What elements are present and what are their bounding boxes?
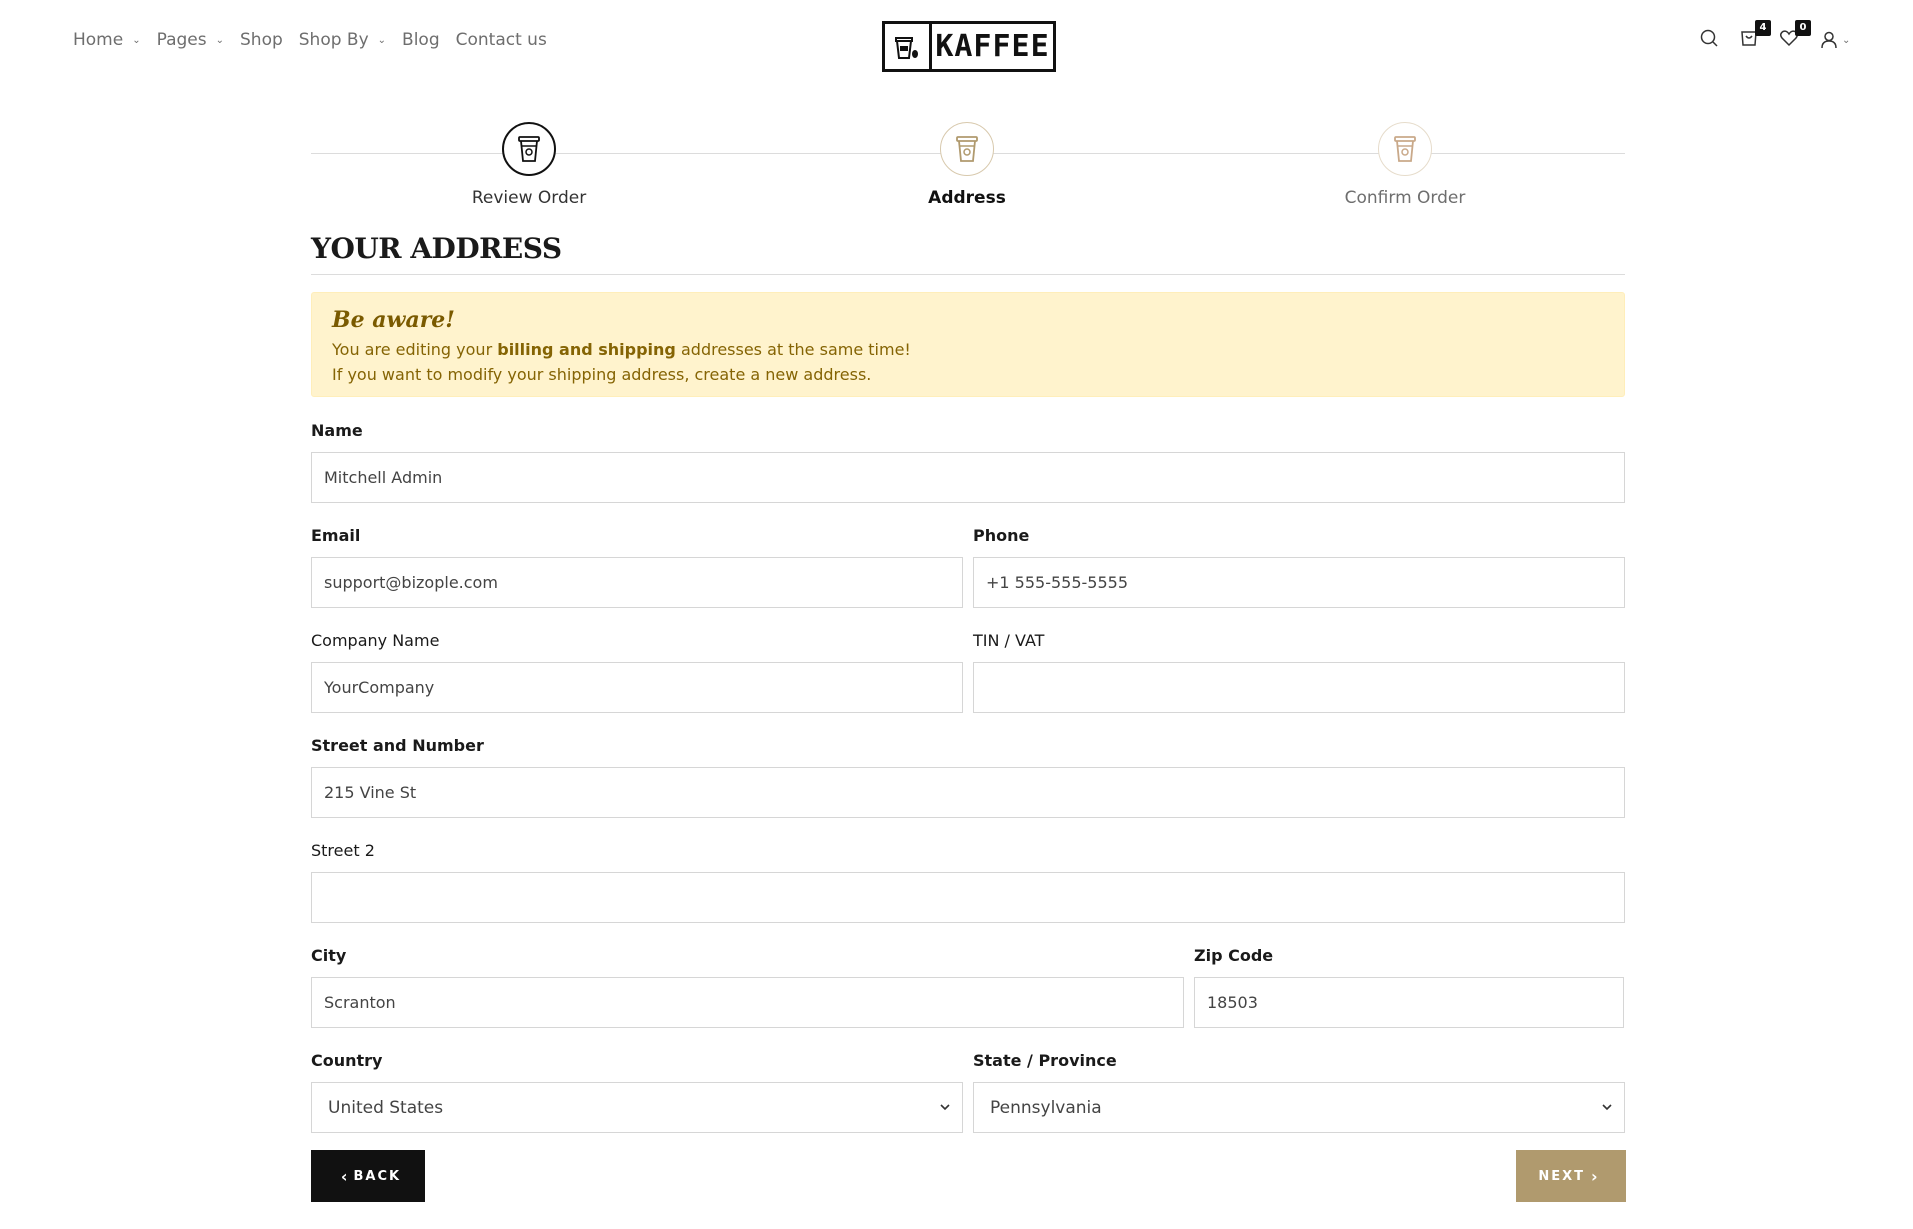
street2-field[interactable] — [311, 872, 1625, 923]
street-label: Street and Number — [311, 736, 484, 755]
nav-item-blog[interactable]: Blog — [402, 30, 440, 50]
chevron-left-icon: ‹ — [340, 1166, 348, 1186]
nav-item-home[interactable]: Home ⌄ — [73, 30, 141, 50]
coffee-cup-icon — [885, 24, 932, 69]
alert-heading: Be aware! — [332, 307, 455, 333]
zip-label: Zip Code — [1194, 946, 1274, 965]
chevron-down-icon — [1602, 1104, 1612, 1111]
nav-label: Home — [73, 30, 124, 50]
step-circle — [940, 122, 994, 176]
chevron-right-icon: › — [1591, 1166, 1598, 1186]
nav-label: Blog — [402, 30, 440, 50]
divider — [311, 274, 1625, 275]
coffee-cup-icon — [956, 136, 978, 162]
nav-item-shop-by[interactable]: Shop By ⌄ — [299, 30, 386, 50]
warning-alert: Be aware! You are editing your billing a… — [311, 292, 1625, 397]
back-button-label: BACK — [353, 1168, 402, 1184]
cart-count-badge: 4 — [1755, 20, 1771, 36]
alert-message-line1: You are editing your billing and shippin… — [332, 337, 1604, 362]
email-field[interactable] — [311, 557, 963, 608]
search-icon[interactable] — [1699, 28, 1723, 52]
vat-field[interactable] — [973, 662, 1625, 713]
nav-item-shop[interactable]: Shop — [240, 30, 283, 50]
phone-field[interactable] — [973, 557, 1625, 608]
name-label: Name — [311, 421, 363, 440]
country-select[interactable]: United States — [311, 1082, 963, 1133]
cart-button[interactable]: 4 — [1739, 20, 1771, 52]
site-logo[interactable]: KAFFEE — [882, 21, 1056, 72]
chevron-down-icon: ⌄ — [1842, 34, 1851, 46]
company-label: Company Name — [311, 631, 440, 650]
back-button[interactable]: ‹ BACK — [311, 1150, 425, 1202]
country-selected-value: United States — [328, 1097, 444, 1118]
company-field[interactable] — [311, 662, 963, 713]
chevron-down-icon: ⌄ — [132, 34, 141, 46]
site-header: Home ⌄ Pages ⌄ Shop Shop By ⌄ Blog Conta… — [0, 0, 1913, 90]
country-label: Country — [311, 1051, 383, 1070]
next-button[interactable]: NEXT › — [1516, 1150, 1626, 1202]
city-label: City — [311, 946, 347, 965]
alert-message-line2: If you want to modify your shipping addr… — [332, 365, 872, 384]
step-circle — [1378, 122, 1432, 176]
nav-label: Shop — [240, 30, 283, 50]
step-label: Confirm Order — [1344, 188, 1466, 208]
coffee-cup-icon — [1394, 136, 1416, 162]
wishlist-button[interactable]: 0 — [1779, 20, 1811, 52]
alert-text: You are editing your — [332, 340, 498, 359]
step-circle — [502, 122, 556, 176]
chevron-down-icon — [940, 1104, 950, 1111]
alert-text: addresses at the same time! — [675, 340, 911, 359]
alert-emphasis: billing and shipping — [497, 340, 676, 359]
step-label: Review Order — [471, 188, 587, 208]
step-label: Address — [928, 188, 1006, 208]
step-address[interactable]: Address — [847, 122, 1087, 208]
coffee-cup-icon — [518, 136, 540, 162]
nav-label: Contact us — [455, 30, 547, 50]
wishlist-count-badge: 0 — [1795, 20, 1811, 36]
account-button[interactable]: ⌄ — [1819, 28, 1853, 52]
checkout-steps: Review Order Address Confirm Order — [311, 122, 1625, 212]
header-actions: 4 0 ⌄ — [1683, 20, 1853, 52]
next-button-label: NEXT — [1538, 1168, 1586, 1184]
page-title: YOUR ADDRESS — [311, 232, 562, 265]
name-field[interactable] — [311, 452, 1625, 503]
chevron-down-icon: ⌄ — [215, 34, 224, 46]
email-label: Email — [311, 526, 361, 545]
main-nav: Home ⌄ Pages ⌄ Shop Shop By ⌄ Blog Conta… — [73, 30, 563, 50]
step-review-order[interactable]: Review Order — [409, 122, 649, 208]
state-label: State / Province — [973, 1051, 1117, 1070]
logo-text: KAFFEE — [935, 29, 1050, 64]
nav-item-pages[interactable]: Pages ⌄ — [157, 30, 224, 50]
vat-label: TIN / VAT — [973, 631, 1045, 650]
phone-label: Phone — [973, 526, 1030, 545]
nav-item-contact[interactable]: Contact us — [456, 30, 547, 50]
step-confirm-order[interactable]: Confirm Order — [1285, 122, 1525, 208]
state-select[interactable]: Pennsylvania — [973, 1082, 1625, 1133]
zip-field[interactable] — [1194, 977, 1624, 1028]
chevron-down-icon: ⌄ — [377, 34, 387, 46]
user-icon — [1821, 31, 1837, 49]
nav-label: Shop By — [298, 30, 369, 50]
city-field[interactable] — [311, 977, 1184, 1028]
state-selected-value: Pennsylvania — [990, 1097, 1102, 1118]
street2-label: Street 2 — [311, 841, 375, 860]
nav-label: Pages — [156, 30, 207, 50]
street-field[interactable] — [311, 767, 1625, 818]
